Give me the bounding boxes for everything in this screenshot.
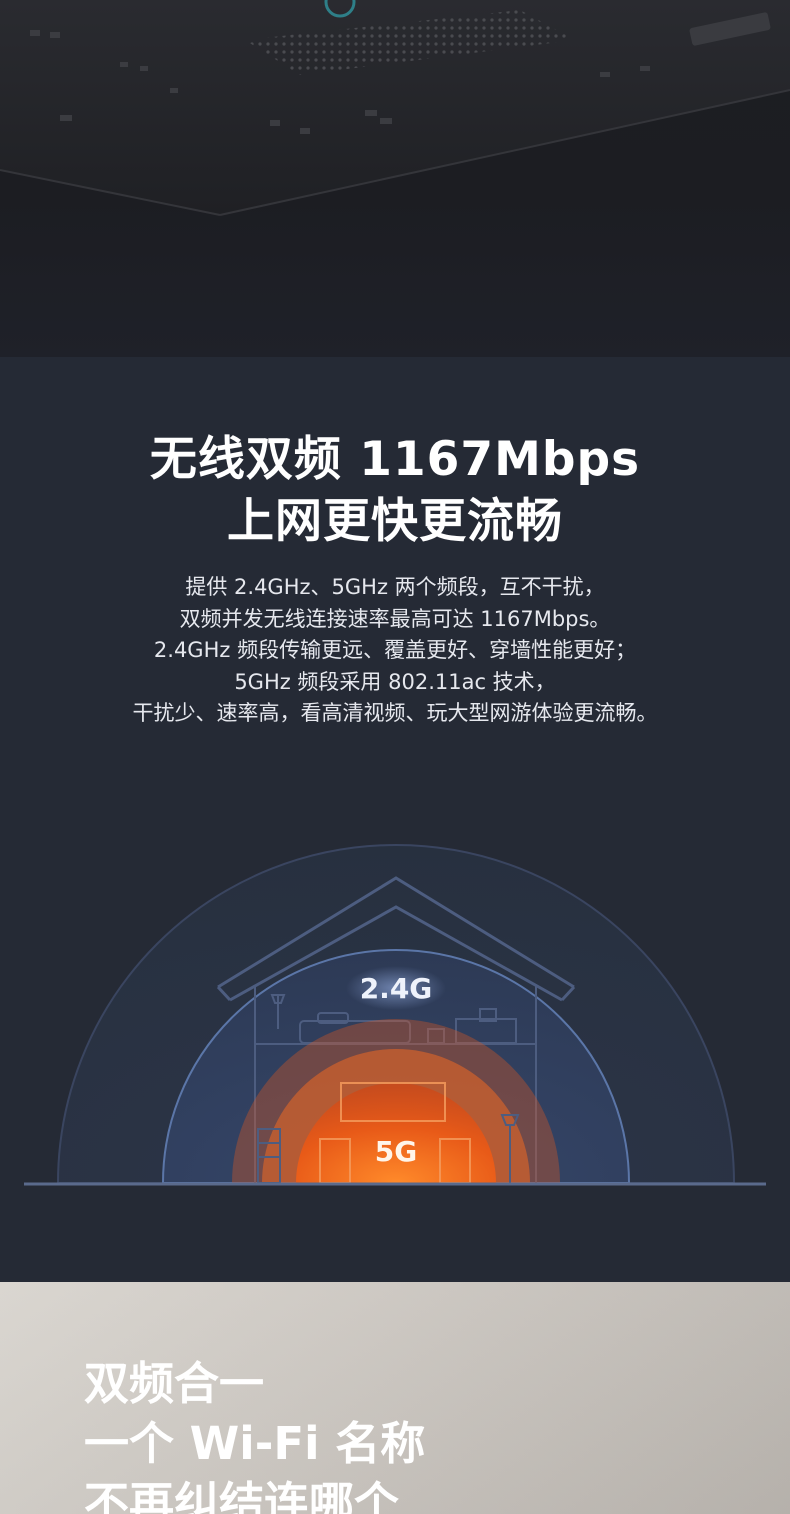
band-24g-label: 2.4G xyxy=(360,972,433,1005)
ssid-title-line2: 一个 Wi-Fi 名称 xyxy=(84,1417,426,1470)
circuit-board-illustration xyxy=(0,0,790,216)
wifi-coverage-diagram: 2.4G 5G xyxy=(24,844,766,1186)
band-5g-label: 5G xyxy=(375,1135,417,1168)
dual-band-section: 无线双频 1167Mbps 上网更快更流畅 提供 2.4GHz、5GHz 两个频… xyxy=(0,357,790,1282)
circuit-board-photo xyxy=(0,0,790,357)
ssid-title-line1: 双频合一 xyxy=(84,1357,265,1410)
ssid-title-line3: 不再纠结连哪个 xyxy=(84,1477,400,1514)
single-ssid-section: 双频合一 一个 Wi-Fi 名称 不再纠结连哪个 xyxy=(0,1282,790,1514)
